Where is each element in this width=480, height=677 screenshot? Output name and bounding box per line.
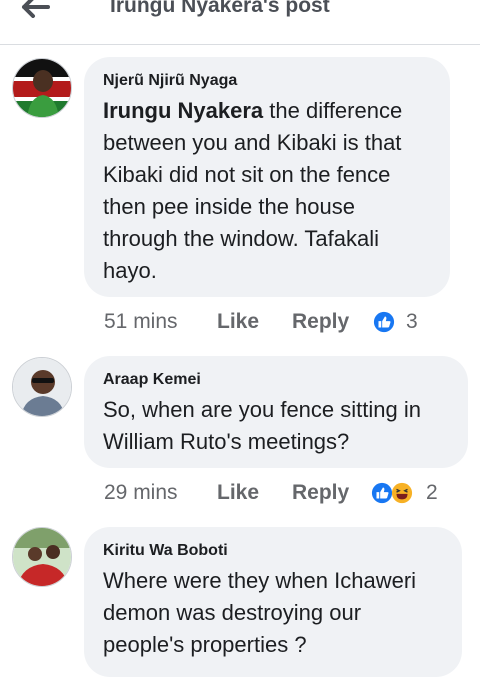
comment-author[interactable]: Njerũ Njirũ Nyaga [103, 71, 430, 91]
comment-text: Where were they when Ichaweri demon was … [103, 568, 417, 657]
reaction-count[interactable]: 3 [406, 307, 418, 337]
reaction-count[interactable]: 2 [426, 478, 438, 508]
comment-body: the difference between you and Kibaki is… [103, 98, 403, 283]
comment-bubble: Kiritu Wa Boboti Where were they when Ic… [84, 527, 462, 677]
avatar[interactable] [12, 357, 72, 417]
avatar-image [13, 59, 71, 117]
avatar[interactable] [12, 527, 72, 587]
like-button[interactable]: Like [217, 307, 259, 337]
like-reaction-icon[interactable] [372, 311, 396, 333]
haha-reaction-icon[interactable] [390, 482, 414, 504]
like-button[interactable]: Like [217, 478, 259, 508]
comment-time[interactable]: 29 mins [104, 478, 178, 508]
comment-time[interactable]: 51 mins [104, 307, 178, 337]
avatar-image [13, 528, 71, 586]
page-title: Irungu Nyakera's post [110, 0, 330, 17]
comment-author[interactable]: Kiritu Wa Boboti [103, 541, 442, 561]
comment-bubble: Araap Kemei So, when are you fence sitti… [84, 356, 468, 468]
comment-bubble: Njerũ Njirũ Nyaga Irungu Nyakera the dif… [84, 57, 450, 297]
reply-button[interactable]: Reply [292, 478, 349, 508]
arrow-left-icon[interactable] [20, 0, 50, 18]
avatar[interactable] [12, 58, 72, 118]
comment-author[interactable]: Araap Kemei [103, 370, 448, 390]
avatar-image [13, 358, 71, 416]
reply-button[interactable]: Reply [292, 307, 349, 337]
post-header: Irungu Nyakera's post [0, 0, 480, 45]
comment-text: Irungu Nyakera the difference between yo… [103, 95, 430, 287]
mention-link[interactable]: Irungu Nyakera [103, 98, 263, 123]
comment-text: So, when are you fence sitting in Willia… [103, 397, 421, 454]
